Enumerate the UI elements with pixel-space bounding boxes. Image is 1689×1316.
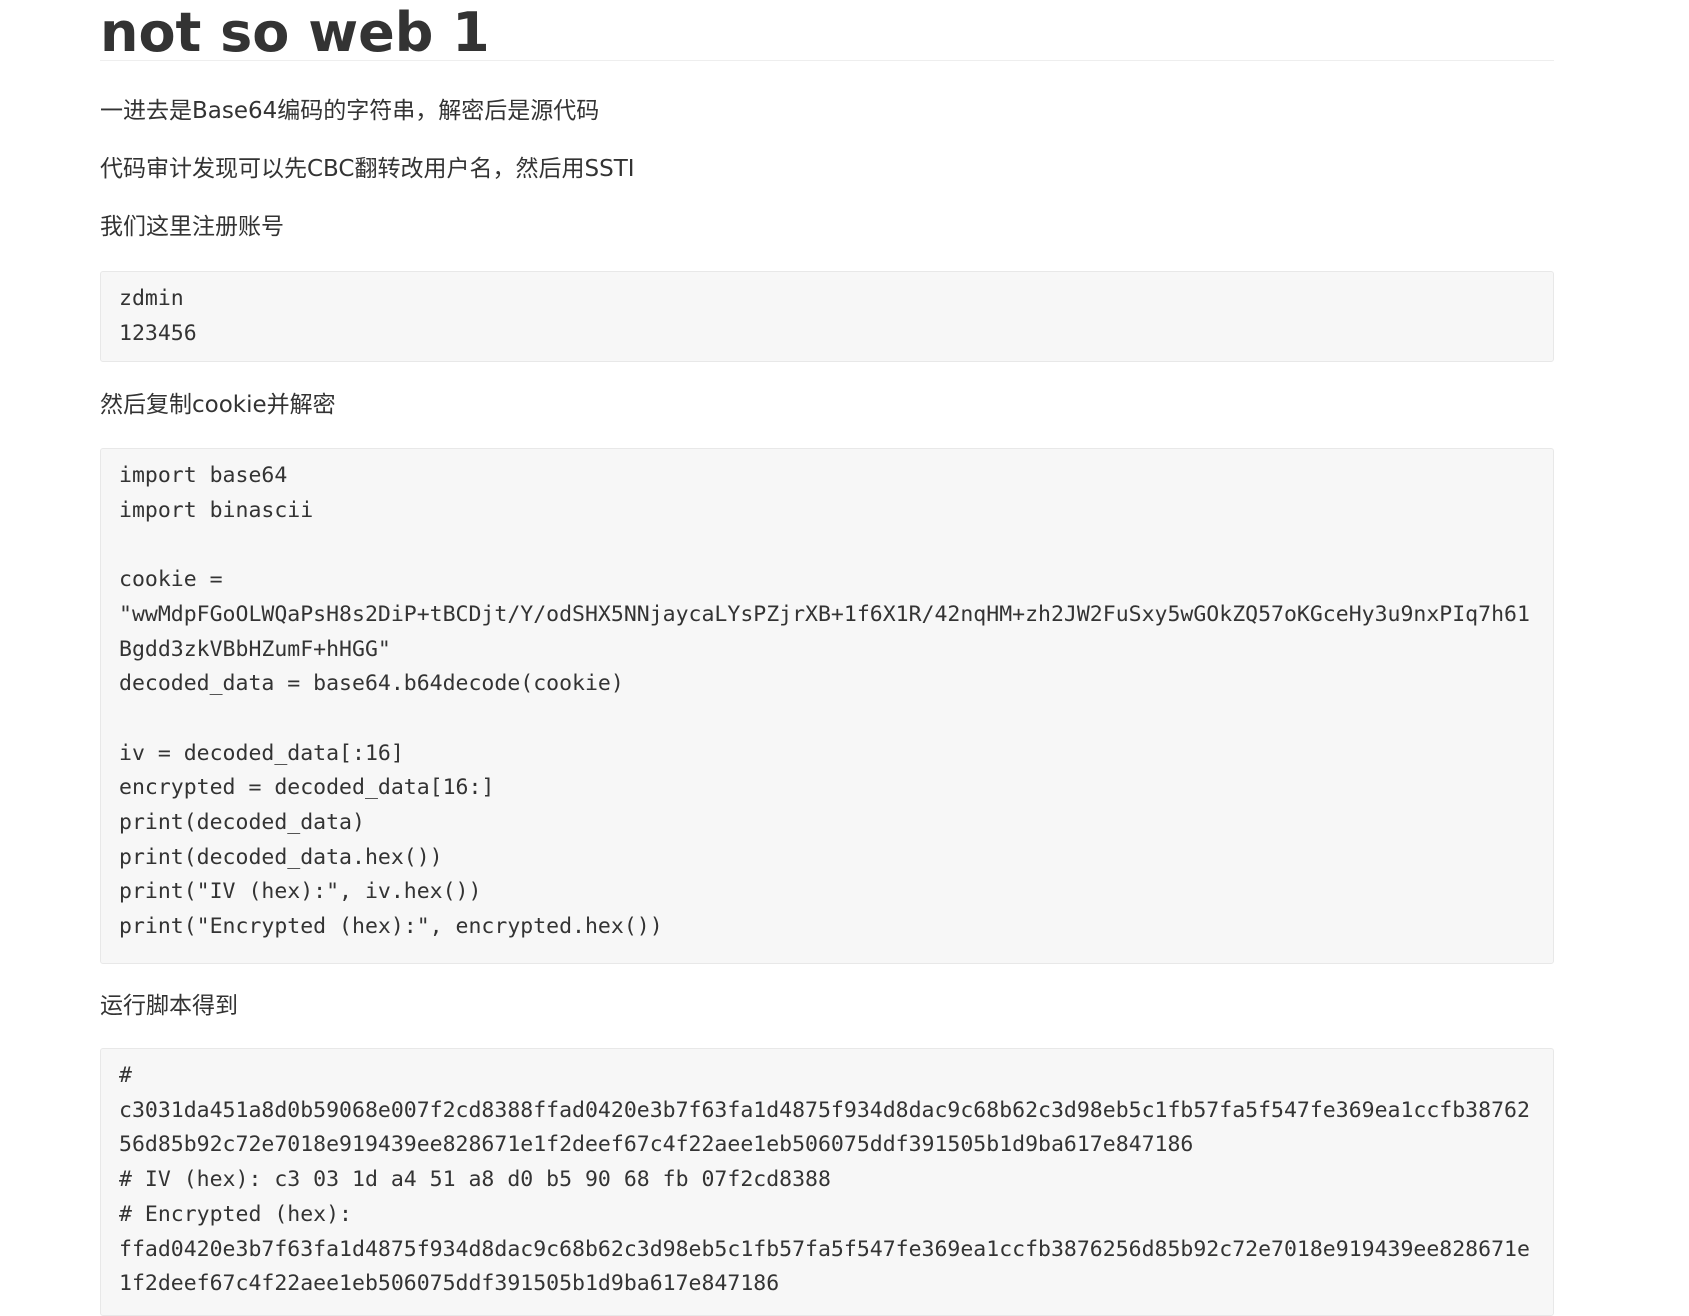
paragraph-intro: 一进去是Base64编码的字符串，解密后是源代码 [100, 98, 600, 124]
paragraph-audit: 代码审计发现可以先CBC翻转改用户名，然后用SSTI [100, 156, 635, 182]
article: not so web 1 一进去是Base64编码的字符串，解密后是源代码 代码… [100, 0, 1554, 1316]
paragraph-register: 我们这里注册账号 [100, 214, 284, 240]
paragraph-run-script: 运行脚本得到 [100, 993, 238, 1019]
code-block-register: zdmin 123456 [100, 271, 1554, 362]
paragraph-copy-cookie: 然后复制cookie并解密 [100, 392, 336, 418]
code-block-output: # c3031da451a8d0b59068e007f2cd8388ffad04… [100, 1048, 1554, 1316]
page-title: not so web 1 [100, 0, 1554, 64]
code-block-decrypt-script: import base64 import binascii cookie = "… [100, 448, 1554, 964]
